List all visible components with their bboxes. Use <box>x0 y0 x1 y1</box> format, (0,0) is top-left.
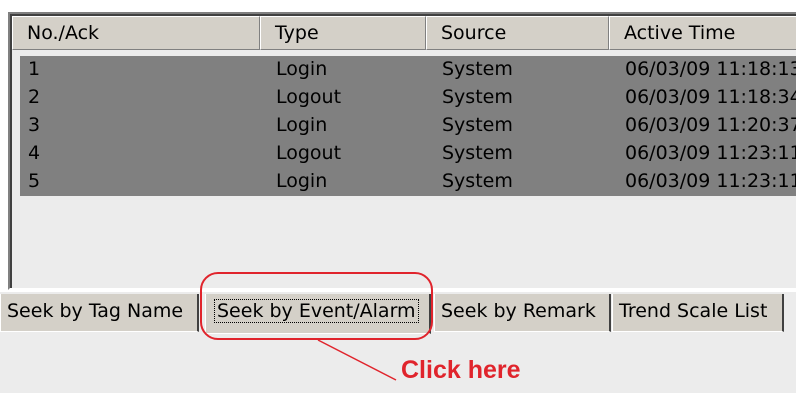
tab-label: Trend Scale List <box>619 300 768 322</box>
column-header-label: Active Time <box>624 22 736 44</box>
column-header-label: Source <box>441 22 507 44</box>
tab-label: Seek by Event/Alarm <box>214 299 419 323</box>
column-header-type[interactable]: Type <box>260 16 426 50</box>
column-header-label: Type <box>275 22 319 44</box>
list-empty-area <box>12 202 796 288</box>
tab-label: Seek by Remark <box>441 300 596 322</box>
table-row[interactable]: 1 Login System 06/03/09 11:18:13 <box>20 56 796 84</box>
event-list-view[interactable]: No./Ack Type Source Active Time 1 Login … <box>8 12 796 290</box>
row-no: 4 <box>28 142 41 164</box>
row-active-time: 06/03/09 11:18:34 <box>625 86 796 108</box>
click-here-annotation: Click here <box>401 356 521 384</box>
column-header-source[interactable]: Source <box>426 16 609 50</box>
column-header-label: No./Ack <box>27 22 100 44</box>
table-row[interactable]: 5 Login System 06/03/09 11:23:11 <box>20 168 796 196</box>
row-active-time: 06/03/09 11:23:11 <box>625 142 796 164</box>
row-source: System <box>442 86 513 108</box>
tab-seek-by-event-alarm[interactable]: Seek by Event/Alarm <box>205 294 431 334</box>
row-no: 2 <box>28 86 41 108</box>
table-row[interactable]: 3 Login System 06/03/09 11:20:37 <box>20 112 796 140</box>
row-type: Login <box>276 114 328 136</box>
row-active-time: 06/03/09 11:18:13 <box>625 58 796 80</box>
list-header: No./Ack Type Source Active Time <box>12 16 796 50</box>
row-no: 3 <box>28 114 41 136</box>
row-no: 1 <box>28 58 41 80</box>
row-type: Login <box>276 58 328 80</box>
tab-strip-divider <box>0 290 796 292</box>
row-no: 5 <box>28 170 41 192</box>
window: No./Ack Type Source Active Time 1 Login … <box>0 0 796 393</box>
list-view-body: No./Ack Type Source Active Time 1 Login … <box>10 14 796 288</box>
tab-trend-scale-list[interactable]: Trend Scale List <box>612 294 784 332</box>
row-type: Login <box>276 170 328 192</box>
tab-bar: Seek by Tag Name Seek by Event/Alarm See… <box>0 290 796 393</box>
row-active-time: 06/03/09 11:23:11 <box>625 170 796 192</box>
column-header-no-ack[interactable]: No./Ack <box>12 16 260 50</box>
row-type: Logout <box>276 86 342 108</box>
table-row[interactable]: 4 Logout System 06/03/09 11:23:11 <box>20 140 796 168</box>
table-row[interactable]: 2 Logout System 06/03/09 11:18:34 <box>20 84 796 112</box>
column-header-active-time[interactable]: Active Time <box>609 16 796 50</box>
row-source: System <box>442 142 513 164</box>
row-type: Logout <box>276 142 342 164</box>
row-source: System <box>442 58 513 80</box>
tab-label: Seek by Tag Name <box>7 300 184 322</box>
tab-seek-by-remark[interactable]: Seek by Remark <box>434 294 611 332</box>
row-source: System <box>442 114 513 136</box>
row-source: System <box>442 170 513 192</box>
tab-seek-by-tag-name[interactable]: Seek by Tag Name <box>0 294 199 332</box>
row-active-time: 06/03/09 11:20:37 <box>625 114 796 136</box>
